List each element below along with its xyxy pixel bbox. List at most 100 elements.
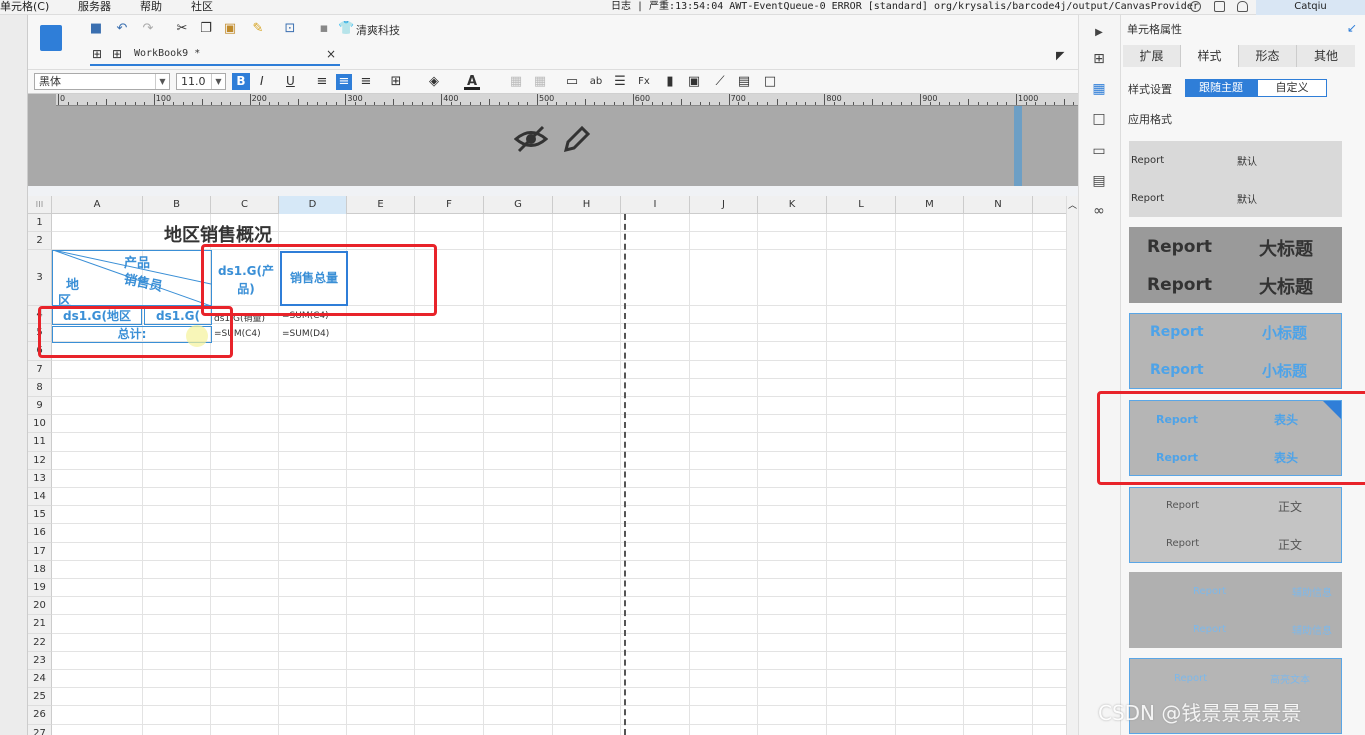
table-layout-icon[interactable]: ⊞ xyxy=(1091,51,1107,67)
cell-d5[interactable]: =SUM(D4) xyxy=(282,329,329,339)
row-header-12[interactable]: 12 xyxy=(28,451,52,470)
row-header-2[interactable]: 2 xyxy=(28,232,52,250)
shirt-icon[interactable]: 👕 xyxy=(338,21,354,37)
row-header-3[interactable]: 3 xyxy=(28,250,52,306)
border-icon[interactable]: ⊞ xyxy=(388,74,404,90)
column-header-b[interactable]: B xyxy=(143,196,211,214)
collapse-icon[interactable]: ◤ xyxy=(1056,49,1064,62)
spreadsheet-grid[interactable]: ⁝⁝⁝ ABCDEFGHIJKLMN 1 2 3 4 5 6 7 8 9 10 11 12 13 14 15… xyxy=(28,196,1066,735)
menu-server[interactable]: 服务器 xyxy=(78,0,111,14)
fill-color-icon[interactable]: ◈ xyxy=(426,74,442,90)
row-header-27[interactable]: 27 xyxy=(28,724,52,735)
column-header-n[interactable]: N xyxy=(964,196,1033,214)
frame-icon[interactable]: □ xyxy=(762,74,778,90)
column-header-i[interactable]: I xyxy=(621,196,690,214)
row-header-17[interactable]: 17 xyxy=(28,542,52,561)
tab-style[interactable]: 样式 xyxy=(1181,45,1239,67)
column-header-f[interactable]: F xyxy=(415,196,484,214)
follow-theme-button[interactable]: 跟随主题 xyxy=(1185,79,1257,97)
swatch-subtitle[interactable]: Report 小标题 Report 小标题 xyxy=(1129,313,1342,389)
page-boundary-bar[interactable] xyxy=(1014,106,1022,186)
select-all-corner[interactable]: ⁝⁝⁝ xyxy=(28,196,52,214)
row-header-10[interactable]: 10 xyxy=(28,415,52,434)
slash-icon[interactable]: ⟋ xyxy=(712,74,728,90)
column-header-a[interactable]: A xyxy=(52,196,143,214)
row-header-8[interactable]: 8 xyxy=(28,378,52,397)
list-icon[interactable]: ▤ xyxy=(1091,173,1107,189)
column-header-l[interactable]: L xyxy=(827,196,896,214)
expand-arrow-icon[interactable]: ▶ xyxy=(1091,25,1107,41)
menu-community[interactable]: 社区 xyxy=(191,0,213,14)
align-center-icon[interactable]: ≡ xyxy=(336,74,352,90)
subreport-icon[interactable]: ▤ xyxy=(736,74,752,90)
column-header-c[interactable]: C xyxy=(211,196,279,214)
swatch-auxiliary[interactable]: Report 辅助信息 Report 辅助信息 xyxy=(1129,572,1342,648)
underline-button[interactable]: U xyxy=(286,73,295,90)
search-icon[interactable] xyxy=(1190,1,1201,12)
swatch-big-title[interactable]: Report 大标题 Report 大标题 xyxy=(1129,227,1342,303)
tab-workbook[interactable]: ⊞ ⊞ WorkBook9 * × xyxy=(90,44,340,66)
align-left-icon[interactable]: ≡ xyxy=(314,74,330,90)
square-icon[interactable]: □ xyxy=(1091,111,1107,127)
row-header-21[interactable]: 21 xyxy=(28,615,52,634)
menu-help[interactable]: 帮助 xyxy=(140,0,162,14)
menu-cell[interactable]: 单元格(C) xyxy=(0,0,49,14)
format-painter-icon[interactable]: ✎ xyxy=(250,21,266,37)
row-header-24[interactable]: 24 xyxy=(28,670,52,689)
row-header-22[interactable]: 22 xyxy=(28,633,52,652)
close-icon[interactable]: × xyxy=(326,44,336,64)
row-header-25[interactable]: 25 xyxy=(28,688,52,707)
row-header-14[interactable]: 14 xyxy=(28,488,52,507)
swatch-default[interactable]: Report 默认 Report 默认 xyxy=(1129,141,1342,217)
font-name-select[interactable]: 黑体 ▼ xyxy=(34,73,170,90)
cell-attr-icon[interactable]: ▦ xyxy=(1091,81,1107,97)
tab-shape[interactable]: 形态 xyxy=(1239,45,1297,67)
chart-icon[interactable]: ▮ xyxy=(662,74,678,90)
row-header-19[interactable]: 19 xyxy=(28,579,52,598)
column-header-g[interactable]: G xyxy=(484,196,553,214)
italic-button[interactable]: I xyxy=(260,73,264,90)
paragraph-icon[interactable]: ☰ xyxy=(612,74,628,90)
text-icon[interactable]: ab xyxy=(588,74,604,90)
undo-icon[interactable]: ↶ xyxy=(114,21,130,37)
image-icon[interactable]: ▣ xyxy=(686,74,702,90)
redo-icon[interactable]: ↷ xyxy=(140,21,156,37)
vertical-scrollbar[interactable]: ︿ xyxy=(1066,196,1078,735)
row-header-20[interactable]: 20 xyxy=(28,597,52,616)
row-header-23[interactable]: 23 xyxy=(28,651,52,670)
widget-icon[interactable]: ▭ xyxy=(1091,143,1107,159)
cut-icon[interactable]: ✂ xyxy=(174,21,190,37)
row-header-1[interactable]: 1 xyxy=(28,214,52,232)
brand-label[interactable]: 清爽科技 xyxy=(356,22,400,38)
grey-icon[interactable]: ▪ xyxy=(316,21,332,37)
link-icon[interactable]: ∞ xyxy=(1091,203,1107,219)
font-color-icon[interactable]: A xyxy=(464,74,480,90)
split-icon[interactable]: ▦ xyxy=(532,74,548,90)
formula-icon[interactable]: Fx xyxy=(636,74,652,90)
row-header-11[interactable]: 11 xyxy=(28,433,52,452)
row-header-26[interactable]: 26 xyxy=(28,706,52,725)
paste-icon[interactable]: ▣ xyxy=(222,21,238,37)
column-header-h[interactable]: H xyxy=(553,196,621,214)
row-header-18[interactable]: 18 xyxy=(28,560,52,579)
font-size-select[interactable]: 11.0 ▼ xyxy=(176,73,226,90)
log-message[interactable]: 日志 | 严重:13:54:04 AWT-EventQueue-0 ERROR … xyxy=(611,0,1199,14)
edit-icon[interactable] xyxy=(1214,1,1225,12)
row-header-7[interactable]: 7 xyxy=(28,360,52,379)
column-header-m[interactable]: M xyxy=(896,196,964,214)
eye-off-icon[interactable] xyxy=(514,124,548,154)
scroll-up-icon[interactable]: ︿ xyxy=(1068,198,1077,211)
copy-icon[interactable]: ❐ xyxy=(198,21,214,37)
tab-other[interactable]: 其他 xyxy=(1297,45,1355,67)
swatch-body[interactable]: Report 正文 Report 正文 xyxy=(1129,487,1342,563)
link-icon[interactable]: ▭ xyxy=(564,74,580,90)
row-header-15[interactable]: 15 xyxy=(28,506,52,525)
preview-icon[interactable]: ⊡ xyxy=(282,21,298,37)
column-header-d[interactable]: D xyxy=(279,196,347,214)
column-header-e[interactable]: E xyxy=(347,196,415,214)
tab-expand[interactable]: 扩展 xyxy=(1123,45,1181,67)
align-right-icon[interactable]: ≡ xyxy=(358,74,374,90)
column-header-k[interactable]: K xyxy=(758,196,827,214)
column-header-j[interactable]: J xyxy=(690,196,758,214)
template-icon[interactable] xyxy=(40,25,62,51)
